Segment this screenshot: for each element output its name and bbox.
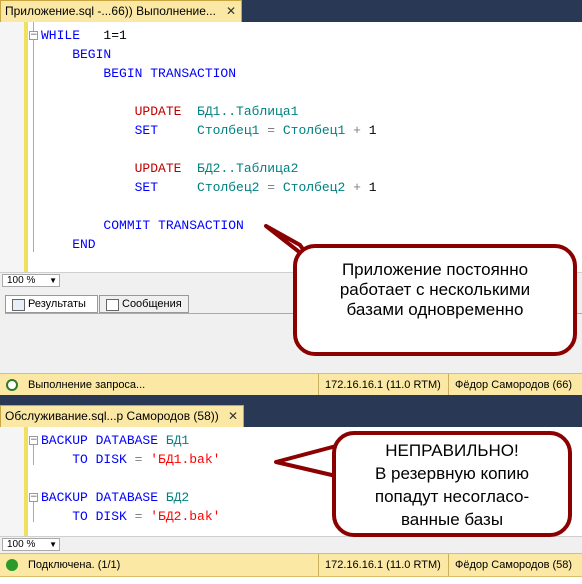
- callout-line: В резервную копию: [374, 464, 530, 483]
- callout-bottom-pointer: [274, 443, 342, 478]
- callout-line: попадут несогласо-: [374, 487, 530, 506]
- callout-top: Приложение постоянно работает с нескольк…: [293, 244, 577, 356]
- callout-line: работает с несколькими: [339, 280, 531, 299]
- callout-line: ванные базы: [400, 510, 504, 529]
- callout-line: базами одновременно: [346, 300, 524, 319]
- callout-bottom: НЕПРАВИЛЬНО! В резервную копию попадут н…: [332, 431, 572, 537]
- callout-line: Приложение постоянно: [341, 260, 529, 279]
- callout-line: НЕПРАВИЛЬНО!: [385, 441, 519, 460]
